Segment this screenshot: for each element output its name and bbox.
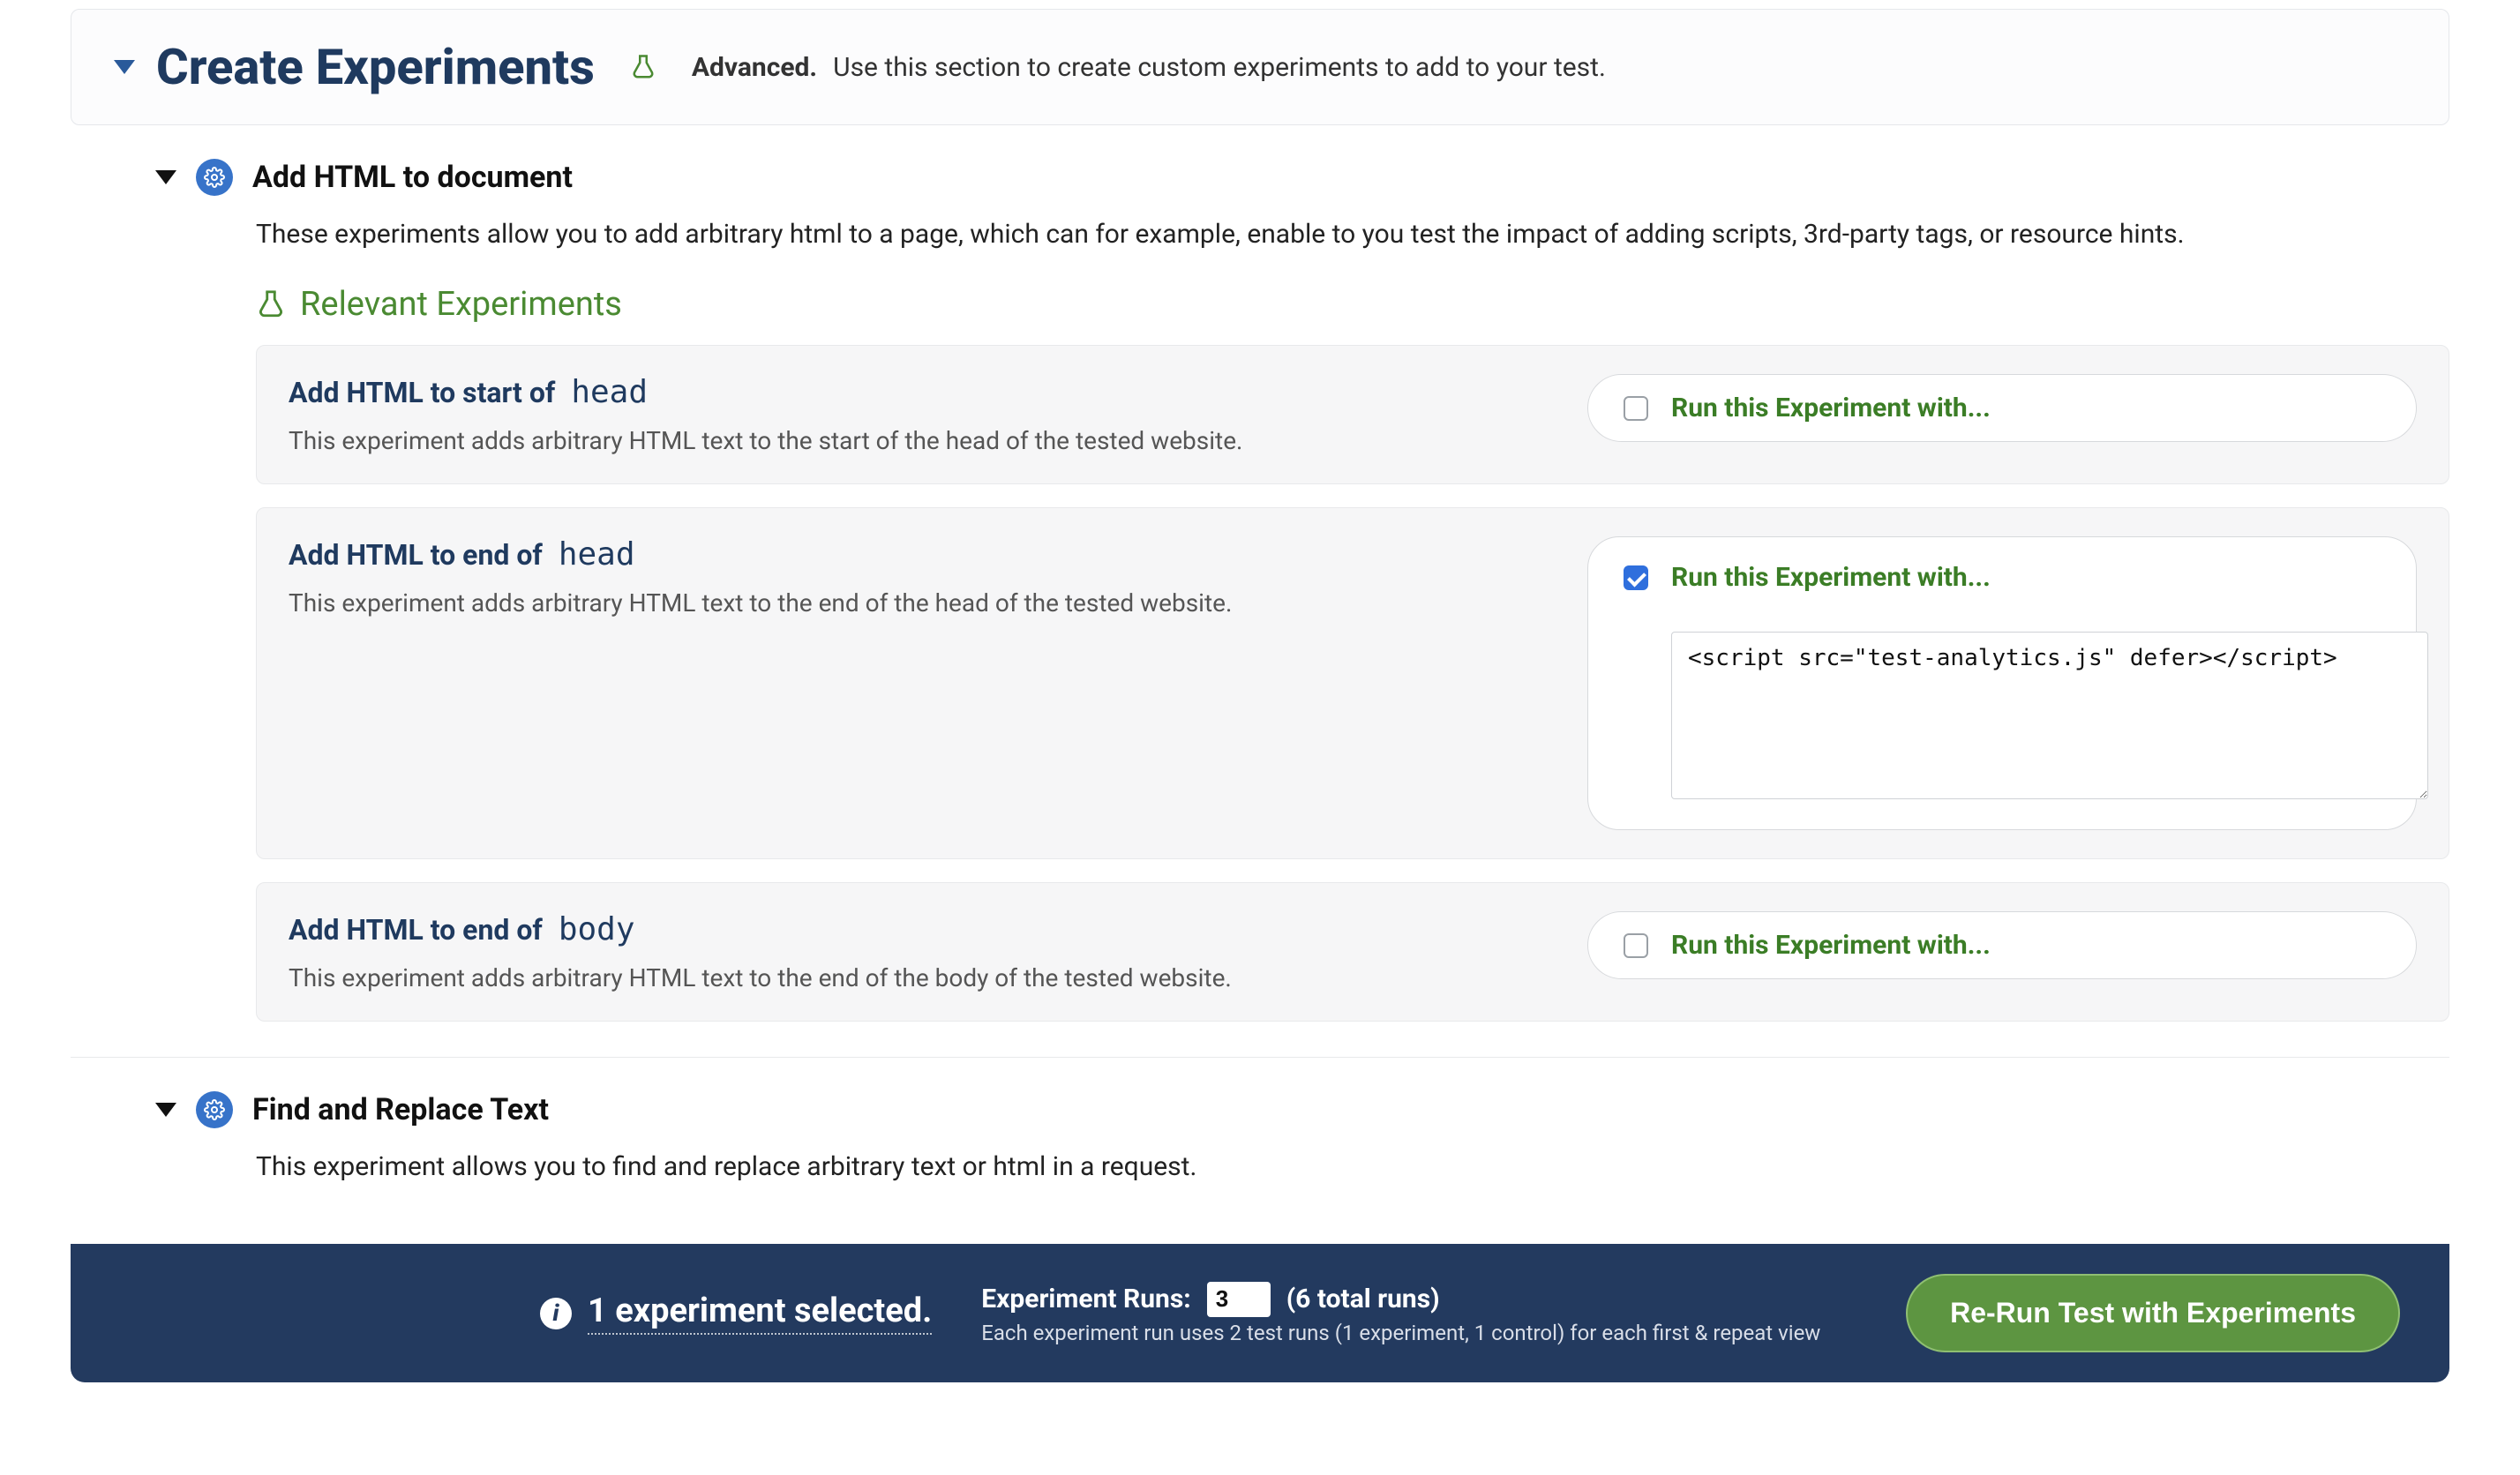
experiment-title: Add HTML to end of body bbox=[289, 911, 1556, 947]
run-experiment-label[interactable]: Run this Experiment with... bbox=[1671, 562, 1991, 593]
section-title-find-replace: Find and Replace Text bbox=[252, 1092, 549, 1127]
selected-experiments-status: i 1 experiment selected. bbox=[540, 1292, 932, 1335]
info-icon[interactable]: i bbox=[540, 1298, 572, 1329]
run-experiment-checkbox[interactable] bbox=[1624, 933, 1648, 958]
experiment-card: Add HTML to end of head This experiment … bbox=[256, 507, 2449, 859]
advanced-description: Use this section to create custom experi… bbox=[833, 52, 1606, 83]
flask-icon bbox=[630, 54, 656, 80]
experiment-card: Add HTML to start of head This experimen… bbox=[256, 345, 2449, 484]
collapse-caret-icon[interactable] bbox=[114, 60, 135, 74]
experiment-card: Add HTML to end of body This experiment … bbox=[256, 882, 2449, 1022]
gear-icon bbox=[196, 1091, 233, 1128]
section-desc-add-html: These experiments allow you to add arbit… bbox=[256, 219, 2449, 250]
run-experiment-label[interactable]: Run this Experiment with... bbox=[1671, 930, 1991, 961]
run-experiment-panel: Run this Experiment with... bbox=[1587, 536, 2417, 830]
experiment-runs-input[interactable] bbox=[1207, 1282, 1271, 1317]
experiment-code-input[interactable] bbox=[1671, 632, 2428, 799]
rerun-test-button[interactable]: Re-Run Test with Experiments bbox=[1906, 1274, 2400, 1352]
bottom-action-bar: i 1 experiment selected. Experiment Runs… bbox=[71, 1244, 2449, 1382]
page-title: Create Experiments bbox=[156, 38, 595, 96]
flask-icon bbox=[256, 289, 286, 319]
section-find-replace: Find and Replace Text This experiment al… bbox=[71, 1058, 2449, 1244]
section-desc-find-replace: This experiment allows you to find and r… bbox=[256, 1151, 2449, 1182]
experiment-desc: This experiment adds arbitrary HTML text… bbox=[289, 588, 1556, 618]
run-experiment-checkbox[interactable] bbox=[1624, 565, 1648, 590]
experiment-title: Add HTML to end of head bbox=[289, 536, 1556, 573]
experiment-runs-label: Experiment Runs: bbox=[981, 1284, 1190, 1314]
section-collapse-icon[interactable] bbox=[155, 1103, 176, 1117]
total-runs-text: (6 total runs) bbox=[1286, 1284, 1440, 1314]
relevant-experiments-heading: Relevant Experiments bbox=[256, 285, 2449, 324]
run-experiment-panel: Run this Experiment with... bbox=[1587, 374, 2417, 442]
selected-count-text: 1 experiment selected. bbox=[588, 1292, 932, 1335]
section-title-add-html: Add HTML to document bbox=[252, 160, 573, 195]
section-add-html: Add HTML to document These experiments a… bbox=[71, 125, 2449, 1022]
experiment-title: Add HTML to start of head bbox=[289, 374, 1556, 410]
runs-note: Each experiment run uses 2 test runs (1 … bbox=[981, 1321, 1856, 1345]
experiment-desc: This experiment adds arbitrary HTML text… bbox=[289, 426, 1556, 455]
section-collapse-icon[interactable] bbox=[155, 170, 176, 184]
run-experiment-label[interactable]: Run this Experiment with... bbox=[1671, 393, 1991, 423]
experiment-desc: This experiment adds arbitrary HTML text… bbox=[289, 963, 1556, 992]
advanced-label: Advanced. bbox=[692, 52, 817, 83]
gear-icon bbox=[196, 159, 233, 196]
run-experiment-panel: Run this Experiment with... bbox=[1587, 911, 2417, 979]
relevant-experiments-label: Relevant Experiments bbox=[300, 285, 622, 324]
run-experiment-checkbox[interactable] bbox=[1624, 396, 1648, 421]
create-experiments-header: Create Experiments Advanced. Use this se… bbox=[71, 9, 2449, 125]
